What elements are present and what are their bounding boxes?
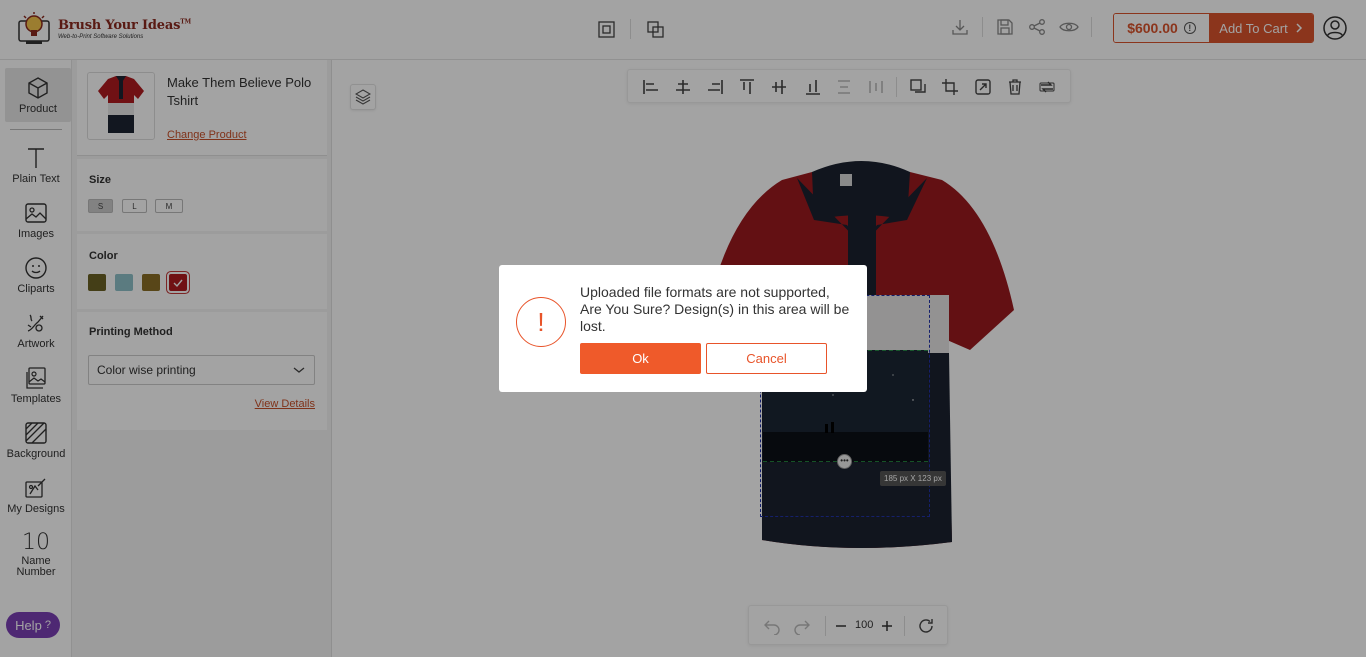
warning-icon: ! (516, 297, 566, 347)
ok-button[interactable]: Ok (580, 343, 701, 374)
dialog-message: Uploaded file formats are not supported,… (580, 284, 850, 334)
cancel-button[interactable]: Cancel (706, 343, 827, 374)
confirm-dialog: ! Uploaded file formats are not supporte… (499, 265, 867, 392)
